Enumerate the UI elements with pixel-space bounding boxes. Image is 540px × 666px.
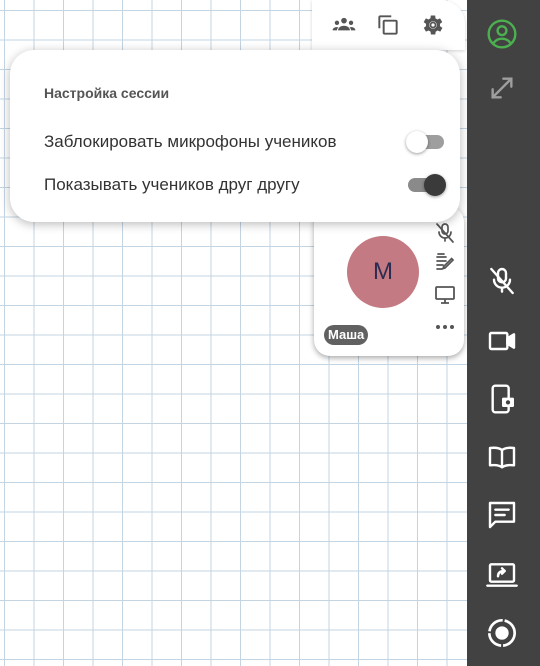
participant-tile[interactable]: М Маша: [314, 206, 464, 356]
group-icon[interactable]: [330, 11, 358, 39]
mic-off-icon[interactable]: [484, 263, 520, 299]
participant-name: Маша: [324, 325, 369, 345]
phone-camera-icon[interactable]: [484, 381, 520, 417]
lock-mics-toggle[interactable]: [406, 130, 446, 154]
chat-icon[interactable]: [484, 497, 520, 533]
video-camera-icon[interactable]: [484, 323, 520, 359]
record-icon[interactable]: [484, 615, 520, 651]
edit-note-icon[interactable]: [432, 250, 458, 276]
setting-row-show-students[interactable]: Показывать учеников друг другу: [44, 171, 446, 199]
copy-icon[interactable]: [374, 11, 402, 39]
more-icon[interactable]: [432, 314, 458, 340]
expand-icon[interactable]: [484, 70, 520, 106]
setting-label: Показывать учеников друг другу: [44, 175, 300, 194]
account-circle-icon[interactable]: [484, 16, 520, 52]
popup-title: Настройка сессии: [44, 85, 170, 101]
avatar: М: [347, 236, 419, 308]
mic-off-icon[interactable]: [432, 220, 458, 246]
right-sidebar: [467, 0, 540, 666]
show-students-toggle[interactable]: [406, 173, 446, 197]
book-icon[interactable]: [484, 440, 520, 476]
screen-share-icon[interactable]: [484, 557, 520, 593]
setting-label: Заблокировать микрофоны учеников: [44, 132, 337, 151]
monitor-icon[interactable]: [432, 282, 458, 308]
setting-row-lock-mics[interactable]: Заблокировать микрофоны учеников: [44, 128, 446, 156]
session-toolbar: [312, 0, 465, 50]
gear-icon[interactable]: [419, 11, 447, 39]
session-settings-popup: Настройка сессии Заблокировать микрофоны…: [10, 50, 460, 222]
